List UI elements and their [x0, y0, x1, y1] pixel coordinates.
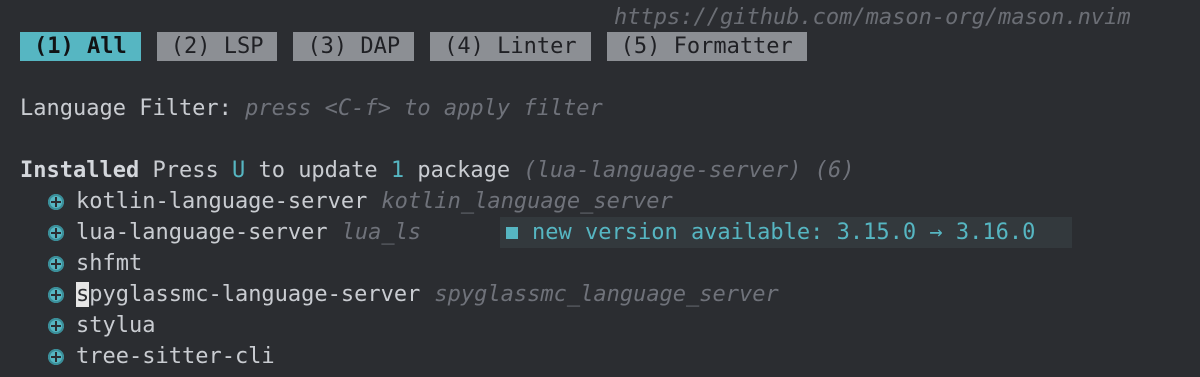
installed-globe-icon [48, 193, 64, 210]
package-row[interactable]: lua-language-server lua_ls [48, 217, 421, 248]
package-name: kotlin-language-server [76, 189, 368, 214]
installed-total: (6) [814, 158, 855, 183]
tab-lsp[interactable]: (2) LSP [156, 32, 278, 61]
update-available-notice: new version available: 3.15.0 → 3.16.0 [500, 217, 1072, 248]
update-count: 1 [390, 158, 405, 183]
package-alias: lua_ls [341, 220, 422, 245]
package-name: spyglassmc-language-server [76, 279, 420, 310]
package-name: shfmt [76, 251, 143, 276]
package-row[interactable]: kotlin-language-server kotlin_language_s… [48, 186, 673, 217]
language-filter-line[interactable]: Language Filter: press <C-f> to apply fi… [20, 93, 603, 124]
package-row[interactable]: spyglassmc-language-server spyglassmc_la… [48, 279, 779, 310]
package-name: stylua [76, 313, 156, 338]
tab-linter[interactable]: (4) Linter [430, 32, 591, 61]
tab-dap[interactable]: (3) DAP [293, 32, 415, 61]
to-update-text: to update [258, 158, 378, 183]
press-text: Press [152, 158, 219, 183]
package-name: tree-sitter-cli [76, 344, 275, 369]
package-name-rest: pyglassmc-language-server [89, 282, 421, 307]
tab-all[interactable]: (1) All [20, 32, 141, 61]
package-name: lua-language-server [76, 220, 328, 245]
repo-url: https://github.com/mason-org/mason.nvim [614, 5, 1131, 30]
language-filter-label: Language Filter: [20, 96, 232, 121]
installed-header: Installed Press U to update 1 package (l… [20, 155, 855, 186]
package-row[interactable]: stylua [48, 310, 155, 341]
installed-globe-icon [48, 255, 64, 272]
package-row[interactable]: shfmt [48, 248, 142, 279]
package-word: package [417, 158, 511, 183]
tab-formatter[interactable]: (5) Formatter [606, 32, 807, 61]
pending-packages: (lua-language-server) [523, 158, 802, 183]
package-alias: kotlin_language_server [381, 189, 673, 214]
language-filter-hint: press <C-f> to apply filter [245, 96, 603, 121]
text-cursor: s [76, 282, 90, 307]
package-row[interactable]: tree-sitter-cli [48, 341, 275, 372]
update-notice-text: new version available: 3.15.0 → 3.16.0 [532, 220, 1036, 245]
installed-globe-icon [48, 224, 64, 241]
installed-heading: Installed [20, 158, 140, 183]
installed-globe-icon [48, 286, 64, 303]
update-key: U [231, 158, 246, 183]
package-alias: spyglassmc_language_server [434, 282, 779, 307]
installed-globe-icon [48, 348, 64, 365]
tab-bar: (1) All (2) LSP (3) DAP (4) Linter (5) F… [20, 32, 807, 61]
installed-globe-icon [48, 317, 64, 334]
update-square-icon [506, 226, 518, 239]
